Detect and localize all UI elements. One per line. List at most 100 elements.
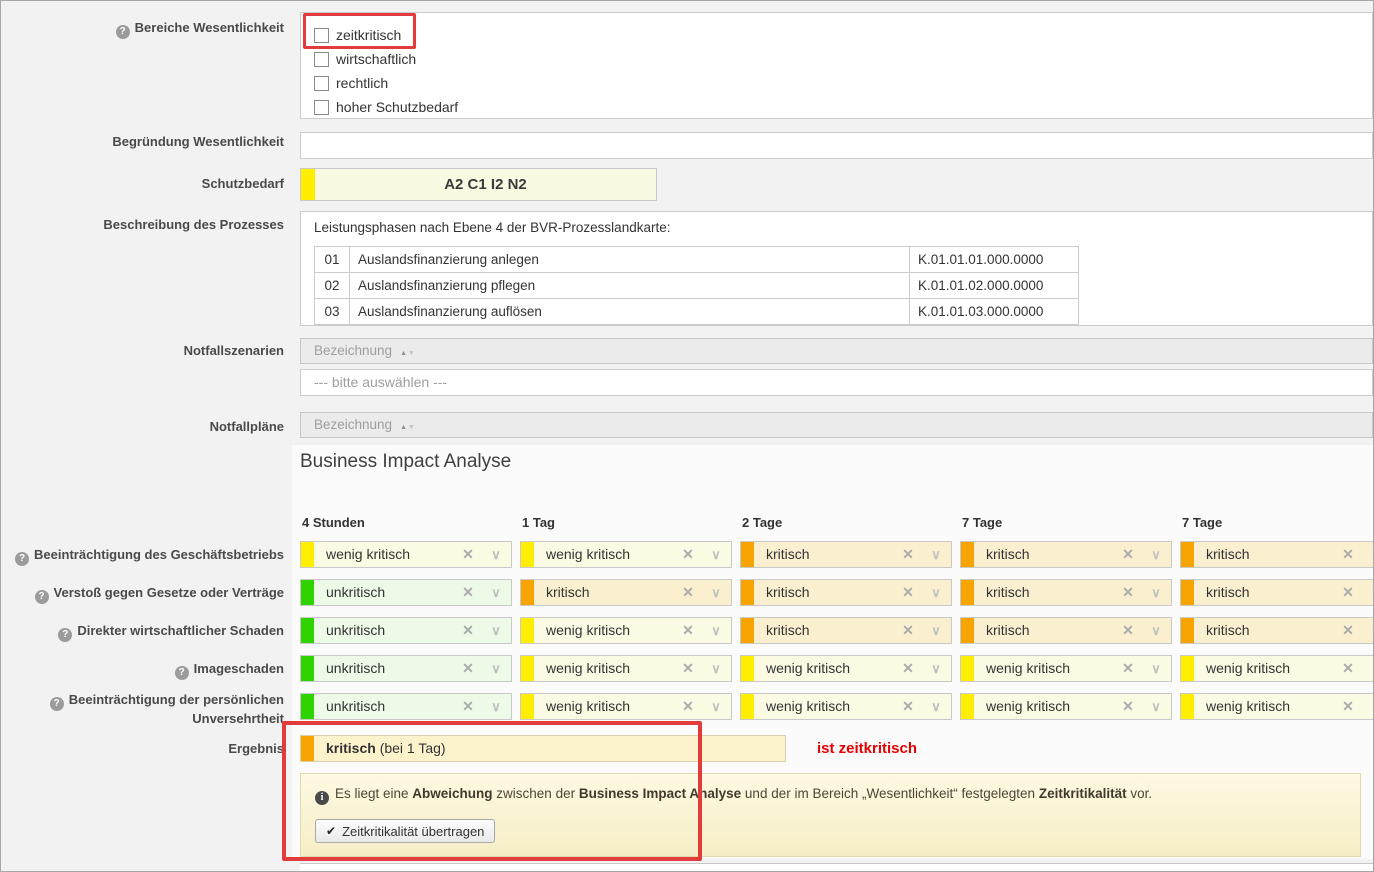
bia-select[interactable]: wenig kritisch✕∨ <box>520 693 732 720</box>
checkbox-option-rechtlich[interactable]: rechtlich <box>301 71 1372 95</box>
checkbox-wirtschaftlich[interactable] <box>314 52 329 67</box>
bia-select[interactable]: kritisch✕∨ <box>740 617 952 644</box>
clear-icon[interactable]: ✕ <box>455 618 481 643</box>
bia-select[interactable]: wenig kritisch✕∨ <box>1180 693 1373 720</box>
clear-icon[interactable]: ✕ <box>1335 656 1361 681</box>
checkbox-zeitkritisch[interactable] <box>314 28 329 43</box>
bia-select[interactable]: unkritisch✕∨ <box>300 617 512 644</box>
sort-arrows-icon[interactable]: ▲▼ <box>400 350 416 357</box>
clear-icon[interactable]: ✕ <box>1335 618 1361 643</box>
clear-icon[interactable]: ✕ <box>1115 694 1141 719</box>
clear-icon[interactable]: ✕ <box>455 656 481 681</box>
notfallszenarien-select[interactable]: --- bitte auswählen --- <box>300 369 1373 396</box>
help-icon[interactable]: ? <box>175 666 189 680</box>
clear-icon[interactable]: ✕ <box>675 618 701 643</box>
chevron-down-icon[interactable]: ∨ <box>1361 694 1373 719</box>
help-icon[interactable]: ? <box>116 25 130 39</box>
help-icon[interactable]: ? <box>15 552 29 566</box>
phase-number: 01 <box>315 247 350 273</box>
clear-icon[interactable]: ✕ <box>1335 542 1361 567</box>
chevron-down-icon[interactable]: ∨ <box>701 694 731 719</box>
clear-icon[interactable]: ✕ <box>1335 694 1361 719</box>
clear-icon[interactable]: ✕ <box>1115 656 1141 681</box>
chevron-down-icon[interactable]: ∨ <box>921 656 951 681</box>
chevron-down-icon[interactable]: ∨ <box>481 656 511 681</box>
chevron-down-icon[interactable]: ∨ <box>481 694 511 719</box>
bia-select[interactable]: kritisch✕∨ <box>1180 579 1373 606</box>
bia-select[interactable]: kritisch✕∨ <box>520 579 732 606</box>
bia-select[interactable]: unkritisch✕∨ <box>300 693 512 720</box>
clear-icon[interactable]: ✕ <box>895 656 921 681</box>
bia-select[interactable]: kritisch✕∨ <box>740 541 952 568</box>
chevron-down-icon[interactable]: ∨ <box>921 694 951 719</box>
bia-select[interactable]: unkritisch✕∨ <box>300 655 512 682</box>
bia-select[interactable]: kritisch✕∨ <box>960 579 1172 606</box>
chevron-down-icon[interactable]: ∨ <box>1361 580 1373 605</box>
chevron-down-icon[interactable]: ∨ <box>701 656 731 681</box>
clear-icon[interactable]: ✕ <box>1115 542 1141 567</box>
bia-select[interactable]: wenig kritisch✕∨ <box>300 541 512 568</box>
sort-arrows-icon[interactable]: ▲▼ <box>400 424 416 431</box>
checkbox-rechtlich[interactable] <box>314 76 329 91</box>
clear-icon[interactable]: ✕ <box>1335 580 1361 605</box>
clear-icon[interactable]: ✕ <box>455 694 481 719</box>
help-icon[interactable]: ? <box>50 697 64 711</box>
clear-icon[interactable]: ✕ <box>675 656 701 681</box>
chevron-down-icon[interactable]: ∨ <box>1141 542 1171 567</box>
bia-select[interactable]: wenig kritisch✕∨ <box>520 655 732 682</box>
bia-select[interactable]: wenig kritisch✕∨ <box>1180 655 1373 682</box>
chevron-down-icon[interactable]: ∨ <box>921 618 951 643</box>
bia-select[interactable]: unkritisch✕∨ <box>300 579 512 606</box>
zeitkritikalitaet-uebertragen-button[interactable]: ✔ Zeitkritikalität übertragen <box>315 819 495 843</box>
chevron-down-icon[interactable]: ∨ <box>1361 542 1373 567</box>
clear-icon[interactable]: ✕ <box>1115 580 1141 605</box>
bia-select[interactable]: kritisch✕∨ <box>960 617 1172 644</box>
chevron-down-icon[interactable]: ∨ <box>1361 656 1373 681</box>
bia-select[interactable]: kritisch✕∨ <box>960 541 1172 568</box>
bia-select[interactable]: kritisch✕∨ <box>1180 617 1373 644</box>
bia-select[interactable]: wenig kritisch✕∨ <box>740 655 952 682</box>
chevron-down-icon[interactable]: ∨ <box>481 618 511 643</box>
chevron-down-icon[interactable]: ∨ <box>1141 580 1171 605</box>
checkbox-option-hoher-schutzbedarf[interactable]: hoher Schutzbedarf <box>301 95 1372 119</box>
checkbox-option-zeitkritisch[interactable]: zeitkritisch <box>301 23 1372 47</box>
chevron-down-icon[interactable]: ∨ <box>921 580 951 605</box>
bia-select[interactable]: wenig kritisch✕∨ <box>960 693 1172 720</box>
clear-icon[interactable]: ✕ <box>675 542 701 567</box>
chevron-down-icon[interactable]: ∨ <box>1141 694 1171 719</box>
chevron-down-icon[interactable]: ∨ <box>921 542 951 567</box>
chevron-down-icon[interactable]: ∨ <box>1361 618 1373 643</box>
help-icon[interactable]: ? <box>35 590 49 604</box>
checkbox-hoher-schutzbedarf[interactable] <box>314 100 329 115</box>
chevron-down-icon[interactable]: ∨ <box>701 580 731 605</box>
severity-color-strip <box>301 542 314 567</box>
notfallszenarien-column-header[interactable]: Bezeichnung▲▼ <box>300 338 1373 364</box>
clear-icon[interactable]: ✕ <box>895 542 921 567</box>
clear-icon[interactable]: ✕ <box>455 580 481 605</box>
clear-icon[interactable]: ✕ <box>455 542 481 567</box>
bia-select[interactable]: wenig kritisch✕∨ <box>520 617 732 644</box>
clear-icon[interactable]: ✕ <box>675 694 701 719</box>
notfallplaene-column-header[interactable]: Bezeichnung▲▼ <box>300 412 1373 438</box>
bia-select[interactable]: kritisch✕∨ <box>1180 541 1373 568</box>
chevron-down-icon[interactable]: ∨ <box>1141 656 1171 681</box>
help-icon[interactable]: ? <box>58 628 72 642</box>
bia-select[interactable]: wenig kritisch✕∨ <box>740 693 952 720</box>
clear-icon[interactable]: ✕ <box>895 618 921 643</box>
bia-select-value: kritisch <box>1194 580 1335 605</box>
chevron-down-icon[interactable]: ∨ <box>701 542 731 567</box>
chevron-down-icon[interactable]: ∨ <box>481 580 511 605</box>
clear-icon[interactable]: ✕ <box>895 694 921 719</box>
begruendung-input[interactable] <box>300 132 1373 159</box>
severity-color-strip <box>301 736 314 761</box>
bia-select[interactable]: kritisch✕∨ <box>740 579 952 606</box>
bia-select[interactable]: wenig kritisch✕∨ <box>960 655 1172 682</box>
bia-select[interactable]: wenig kritisch✕∨ <box>520 541 732 568</box>
checkbox-option-wirtschaftlich[interactable]: wirtschaftlich <box>301 47 1372 71</box>
clear-icon[interactable]: ✕ <box>675 580 701 605</box>
chevron-down-icon[interactable]: ∨ <box>1141 618 1171 643</box>
chevron-down-icon[interactable]: ∨ <box>701 618 731 643</box>
clear-icon[interactable]: ✕ <box>1115 618 1141 643</box>
chevron-down-icon[interactable]: ∨ <box>481 542 511 567</box>
clear-icon[interactable]: ✕ <box>895 580 921 605</box>
